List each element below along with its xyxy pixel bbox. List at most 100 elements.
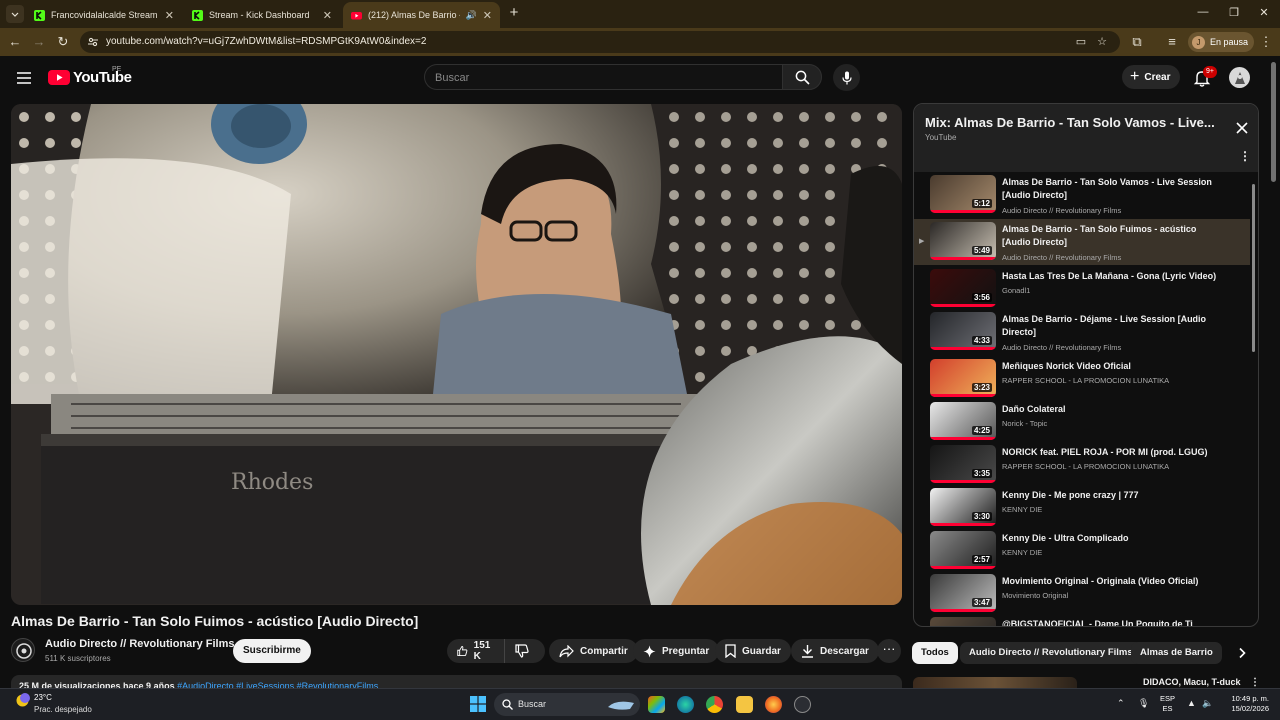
playlist-item[interactable]: 3:30 Kenny Die - Me pone crazy | 777 KEN… [914,485,1250,531]
playlist-item[interactable]: 3:47 Movimiento Original - Originala (Vi… [914,571,1250,617]
dislike-button[interactable] [505,644,545,658]
obs-app-icon[interactable] [794,696,811,713]
address-bar[interactable]: youtube.com/watch?v=uGj7ZwhDWtM&list=RDS… [80,31,1120,53]
playlist-item-title: Almas De Barrio - Déjame - Live Session … [1002,314,1207,337]
playlist-item[interactable]: 3:35 NORICK feat. PIEL ROJA - POR MI (pr… [914,442,1250,488]
playlist-header: Mix: Almas De Barrio - Tan Solo Vamos - … [914,104,1258,172]
channel-name[interactable]: Audio Directo // Revolutionary Films [45,638,234,650]
input-language[interactable]: ESP ES [1160,694,1175,714]
tab-search-button[interactable] [6,5,24,23]
recommended-more-icon[interactable]: ⋮ [1250,677,1260,688]
reading-list-icon[interactable]: ≡ [1164,34,1180,50]
close-tab-icon[interactable]: ✕ [323,9,332,22]
tab-title: Stream - Kick Dashboard [209,10,310,20]
browser-menu-icon[interactable]: ⋮ [1258,34,1274,50]
page-scrollbar[interactable] [1271,62,1276,182]
watched-progress-bar [930,304,996,307]
playlist-item[interactable]: 4:25 Daño Colateral Norick - Topic [914,399,1250,445]
volume-icon[interactable]: 🔈 [1202,698,1213,709]
chevron-right-icon[interactable] [1236,647,1248,659]
playlist-item[interactable]: 2:57 Kenny Die - Ultra Complicado KENNY … [914,528,1250,574]
file-explorer-icon[interactable] [736,696,753,713]
chip-all[interactable]: Todos [912,642,958,664]
share-button[interactable]: Compartir [549,639,638,663]
back-button[interactable]: ← [7,34,23,50]
recommended-title[interactable]: DIDACO, Macu, T-duck [1143,677,1241,687]
video-thumbnail [930,617,996,626]
search-box [424,64,782,90]
subscriber-count: 511 K suscriptores [45,654,111,663]
playlist-item-title: Almas De Barrio - Tan Solo Fuimos - acús… [1002,224,1197,247]
chrome-app-icon[interactable] [706,696,723,713]
playlist-item-channel: Audio Directo // Revolutionary Films [1002,343,1122,352]
playlist-item[interactable]: 3:56 Hasta Las Tres De La Mañana - Gona … [914,266,1250,312]
ask-button[interactable]: Preguntar [633,639,720,663]
playlist-item[interactable]: @BIGSTANOFICIAL - Dame Un Poquito de Ti [914,614,1250,626]
video-player[interactable]: Rhodes [11,104,902,605]
close-tab-icon[interactable]: ✕ [165,9,174,22]
mic-tray-icon[interactable]: 🎙 [1138,698,1149,709]
search-input[interactable] [435,70,765,86]
close-tab-icon[interactable]: ✕ [483,9,492,22]
search-button[interactable] [782,64,822,90]
playlist-item[interactable]: 5:12 Almas De Barrio - Tan Solo Vamos - … [914,172,1250,218]
chip-artist[interactable]: Almas de Barrio [1131,642,1222,664]
voice-search-button[interactable] [833,64,860,91]
firefox-app-icon[interactable] [765,696,782,713]
browser-tab-active[interactable]: (212) Almas De Barrio - Tan 🔊 ✕ [343,2,500,28]
sparkle-icon [643,645,656,657]
menu-icon[interactable] [16,71,32,85]
video-thumbnail: 5:12 [930,175,996,213]
duration: 3:47 [971,598,992,607]
windows-start-icon[interactable] [470,696,486,712]
create-button[interactable]: + Crear [1122,65,1181,89]
ask-label: Preguntar [662,645,710,657]
wifi-icon[interactable]: ▲ [1187,698,1196,708]
playlist-item-current[interactable]: ▶ 5:49 Almas De Barrio - Tan Solo Fuimos… [914,219,1250,265]
playlist-item[interactable]: 4:33 Almas De Barrio - Déjame - Live Ses… [914,309,1250,355]
site-info-icon[interactable] [87,36,99,48]
video-title: Almas De Barrio - Tan Solo Fuimos - acús… [11,613,419,629]
channel-avatar[interactable] [11,638,35,662]
browser-tab-1[interactable]: Francovidalalcalde Stream - Wa ✕ [26,2,182,28]
playlist-panel: Mix: Almas De Barrio - Tan Solo Vamos - … [913,103,1259,627]
playlist-more-icon[interactable]: ⋮ [1239,150,1251,162]
forward-button[interactable]: → [31,34,47,50]
maximize-button[interactable]: ❐ [1227,6,1241,20]
like-button[interactable]: 151 K [447,639,505,663]
profile-button[interactable]: J En pausa [1188,32,1255,52]
copilot-app-icon[interactable] [648,696,665,713]
bookmark-star-icon[interactable]: ☆ [1096,36,1108,48]
chip-channel[interactable]: Audio Directo // Revolutionary Films [960,642,1142,664]
download-button[interactable]: Descargar [791,639,879,663]
weather-moon-icon[interactable] [15,693,30,708]
playlist-item-title: Daño Colateral [1002,404,1066,414]
duration: 5:12 [971,199,992,208]
new-tab-button[interactable]: + [505,4,523,22]
more-actions-button[interactable]: ··· [877,639,901,663]
cast-icon[interactable]: ▭ [1075,36,1087,48]
minimize-button[interactable]: — [1196,6,1210,20]
playlist-item[interactable]: 3:23 Meñiques Norick Video Oficial RAPPE… [914,356,1250,402]
watched-progress-bar [930,437,996,440]
playlist-item-channel: KENNY DIE [1002,505,1043,514]
close-icon[interactable] [1235,121,1249,135]
extensions-icon[interactable]: ⧉ [1129,34,1145,50]
browser-tab-strip: Francovidalalcalde Stream - Wa ✕ Stream … [0,0,1280,28]
video-thumbnail: 4:25 [930,402,996,440]
share-label: Compartir [580,645,628,657]
playlist-item-channel: RAPPER SCHOOL - LA PROMOCION LUNATIKA [1002,376,1170,385]
save-button[interactable]: Guardar [715,639,791,663]
subscribe-button[interactable]: Suscribirme [233,639,311,663]
edge-app-icon[interactable] [677,696,694,713]
reload-button[interactable]: ↻ [55,34,71,50]
system-clock[interactable]: 10:49 p. m. 15/02/2026 [1225,694,1269,714]
close-window-button[interactable]: ✕ [1257,6,1271,20]
playlist-scrollbar[interactable] [1252,184,1255,352]
taskbar-search[interactable]: Buscar [494,693,640,716]
account-avatar[interactable] [1229,67,1250,88]
mute-tab-icon[interactable]: 🔊 [466,10,477,21]
playlist-title[interactable]: Mix: Almas De Barrio - Tan Solo Vamos - … [925,115,1215,130]
browser-tab-2[interactable]: Stream - Kick Dashboard ✕ [184,2,340,28]
tray-overflow-icon[interactable]: ⌃ [1117,698,1125,709]
